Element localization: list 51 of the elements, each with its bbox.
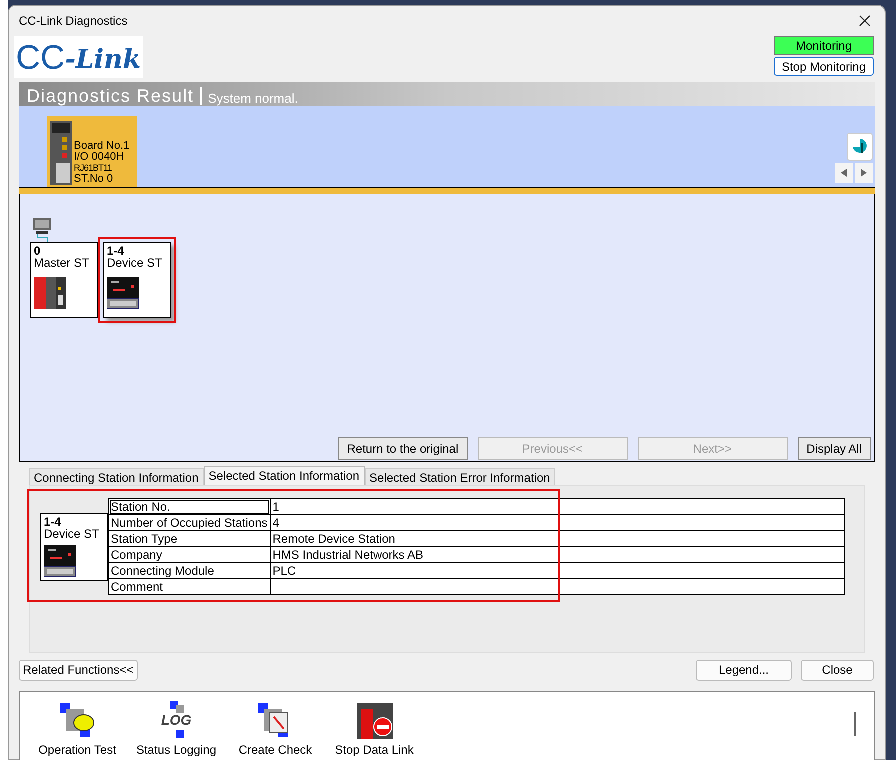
field-value: PLC: [270, 562, 844, 578]
function-item[interactable]: Stop Data Link: [327, 701, 422, 760]
station-type: Master ST: [34, 256, 90, 270]
stop-monitoring-button[interactable]: Stop Monitoring: [774, 57, 874, 76]
function-item[interactable]: LOG Status Logging: [129, 701, 224, 760]
info-tab[interactable]: Selected Station Error Information: [364, 468, 556, 485]
board-label: I/O 0040H: [74, 152, 126, 163]
scroll-right-icon[interactable]: [855, 163, 873, 183]
window-title: CC-Link Diagnostics: [19, 13, 128, 30]
station-number: 0: [34, 244, 42, 256]
board-label: Board No.1: [74, 141, 130, 152]
computer-icon: [32, 218, 52, 242]
scrollbar-thumb[interactable]: [854, 712, 856, 736]
field-name: Comment: [108, 578, 270, 594]
field-name: Station Type: [108, 530, 270, 546]
station-number: 1-4: [107, 244, 126, 256]
header-title: Diagnostics Result: [27, 87, 194, 105]
station-card[interactable]: 0 Master ST: [30, 242, 98, 318]
device-module-icon: [107, 276, 139, 308]
scroll-left-icon[interactable]: [835, 163, 853, 183]
close-button[interactable]: Close: [801, 660, 874, 680]
navigation-button[interactable]: Display All: [798, 437, 871, 460]
header-status: System normal.: [208, 92, 298, 105]
stop-plc-icon: [354, 701, 394, 741]
navigation-button[interactable]: Return to the original: [338, 437, 468, 460]
station-type: Device ST: [44, 528, 100, 540]
plc-module-icon: [34, 276, 66, 308]
field-name: Station No.: [108, 498, 270, 514]
refresh-icon[interactable]: [847, 133, 873, 161]
function-item[interactable]: Operation Test: [30, 701, 125, 760]
field-name: Connecting Module: [108, 562, 270, 578]
field-value: HMS Industrial Networks AB: [270, 546, 844, 562]
board-label: ST.No 0: [74, 174, 114, 185]
info-tab[interactable]: Connecting Station Information: [29, 468, 204, 485]
field-name: Number of Occupied Stations: [108, 514, 270, 530]
cc-link-logo: CC-Link: [14, 36, 143, 78]
station-number: 1-4: [44, 516, 62, 528]
field-value: 1: [270, 498, 844, 514]
station-type: Device ST: [107, 256, 164, 270]
board-module-icon: [50, 121, 72, 185]
info-tab[interactable]: Selected Station Information: [204, 466, 365, 485]
board-tab[interactable]: Board No.1 I/O 0040H RJ61BT11 ST.No 0: [47, 116, 137, 187]
field-name: Company: [108, 546, 270, 562]
legend-button[interactable]: Legend...: [696, 660, 792, 680]
field-value: Remote Device Station: [270, 530, 844, 546]
field-value: 4: [270, 514, 844, 530]
board-label: RJ61BT11: [74, 163, 113, 174]
related-functions-button[interactable]: Related Functions<<: [19, 660, 138, 680]
function-item[interactable]: Create Check: [228, 701, 323, 760]
monitoring-status: Monitoring: [774, 36, 874, 55]
device-module-icon: [44, 544, 76, 576]
